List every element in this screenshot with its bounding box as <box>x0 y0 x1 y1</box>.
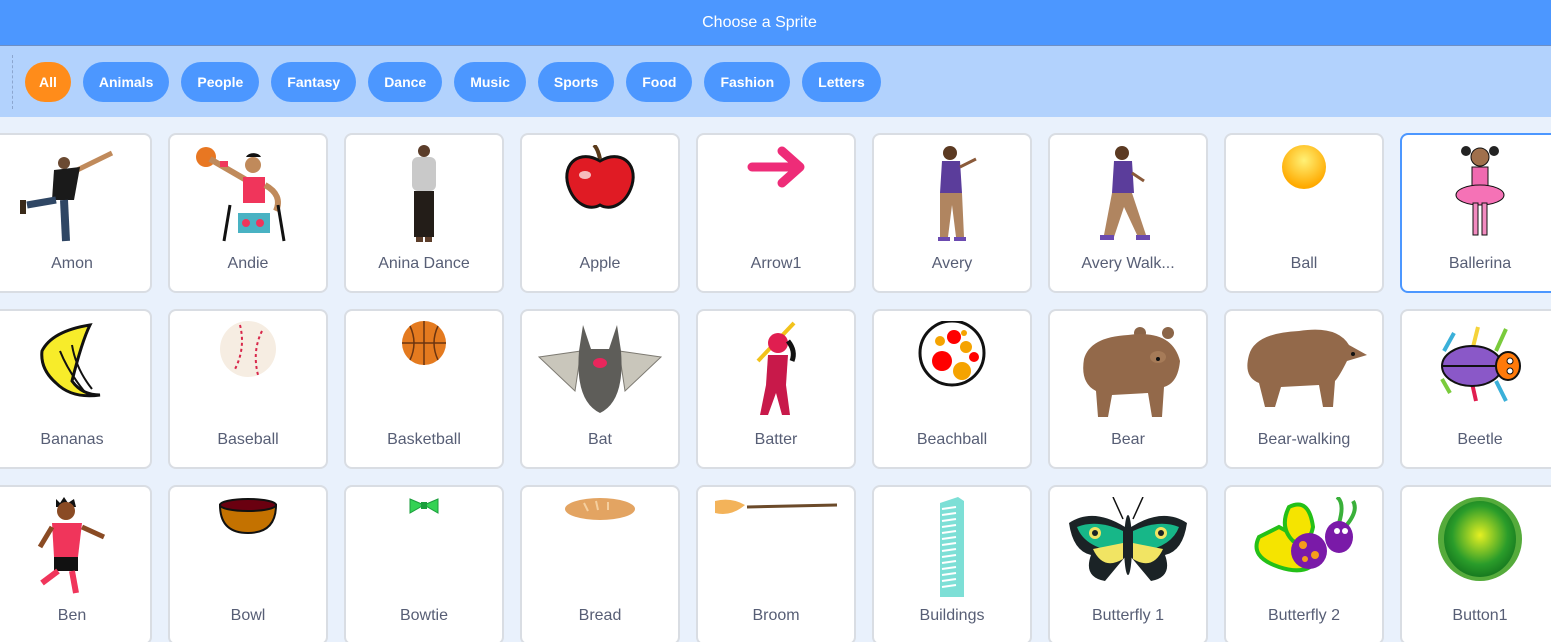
sprite-name: Batter <box>754 431 798 448</box>
bananas-icon <box>0 321 150 429</box>
sprite-card-anina-dance[interactable]: Anina Dance <box>344 133 504 293</box>
sprite-name: Arrow1 <box>750 255 802 272</box>
sprite-card-avery[interactable]: Avery <box>872 133 1032 293</box>
filter-music[interactable]: Music <box>454 62 526 102</box>
baseball-icon <box>170 321 326 429</box>
sprite-name: Ballerina <box>1448 255 1512 272</box>
girl-standing-icon <box>874 145 1030 253</box>
sprite-name: Button1 <box>1452 607 1508 624</box>
sprite-name: Baseball <box>217 431 279 448</box>
building-icon <box>874 497 1030 605</box>
sprite-name: Basketball <box>387 431 461 448</box>
wheelchair-basketball-player-icon <box>170 145 326 253</box>
filter-bar: All Animals People Fantasy Dance Music Sports F… <box>0 45 1551 117</box>
sprite-card-arrow1[interactable]: Arrow1 <box>696 133 856 293</box>
sprite-card-baseball[interactable]: Baseball <box>168 309 328 469</box>
arrow-right-icon <box>698 145 854 253</box>
sprite-name: Avery Walk... <box>1081 255 1175 272</box>
batter-icon <box>698 321 854 429</box>
sprite-card-bear-walking[interactable]: Bear-walking <box>1224 309 1384 469</box>
dancer-person-icon <box>0 145 150 253</box>
bowl-icon <box>170 497 326 605</box>
sprite-name: Bowl <box>230 607 266 624</box>
sprite-card-beetle[interactable]: Beetle <box>1400 309 1551 469</box>
sprite-card-ball[interactable]: Ball <box>1224 133 1384 293</box>
filter-animals[interactable]: Animals <box>82 62 170 102</box>
butterfly-bug-icon <box>1226 497 1382 605</box>
filter-fantasy[interactable]: Fantasy <box>271 62 357 102</box>
sprite-name: Avery <box>931 255 973 272</box>
apple-icon <box>522 145 678 253</box>
bat-icon <box>522 321 678 429</box>
sprite-name: Broom <box>752 607 800 624</box>
filter-letters[interactable]: Letters <box>802 62 881 102</box>
sprite-card-andie[interactable]: Andie <box>168 133 328 293</box>
ballerina-icon <box>1402 145 1551 253</box>
sprite-library-grid[interactable]: Amon Andie Anina Dance Apple Arrow1 Avery Aver… <box>0 117 1551 642</box>
filter-people[interactable]: People <box>181 62 260 102</box>
sprite-name: Butterfly 2 <box>1267 607 1341 624</box>
beachball-icon <box>874 321 1030 429</box>
butterfly-icon <box>1050 497 1206 605</box>
sprite-name: Beachball <box>916 431 988 448</box>
standing-person-icon <box>346 145 502 253</box>
sprite-card-bat[interactable]: Bat <box>520 309 680 469</box>
sprite-name: Bananas <box>40 431 104 448</box>
sprite-name: Bat <box>587 431 612 448</box>
boy-running-icon <box>0 497 150 605</box>
bear-walking-icon <box>1226 321 1382 429</box>
sprite-card-avery-walk[interactable]: Avery Walk... <box>1048 133 1208 293</box>
filter-fashion[interactable]: Fashion <box>704 62 791 102</box>
filter-all[interactable]: All <box>25 62 71 102</box>
sprite-card-bread[interactable]: Bread <box>520 485 680 642</box>
sprite-card-batter[interactable]: Batter <box>696 309 856 469</box>
sprite-name: Buildings <box>919 607 985 624</box>
sprite-card-butterfly-2[interactable]: Butterfly 2 <box>1224 485 1384 642</box>
sprite-name: Ben <box>57 607 87 624</box>
sprite-name: Anina Dance <box>378 255 470 272</box>
sprite-name: Amon <box>51 255 93 272</box>
green-button-icon <box>1402 497 1551 605</box>
basketball-icon <box>346 321 502 429</box>
bear-icon <box>1050 321 1206 429</box>
sprite-card-beachball[interactable]: Beachball <box>872 309 1032 469</box>
sprite-card-broom[interactable]: Broom <box>696 485 856 642</box>
filter-sports[interactable]: Sports <box>537 62 615 102</box>
sprite-card-button1[interactable]: Button1 <box>1400 485 1551 642</box>
sprite-card-buildings[interactable]: Buildings <box>872 485 1032 642</box>
sprite-name: Apple <box>579 255 621 272</box>
sprite-name: Andie <box>227 255 269 272</box>
sprite-name: Beetle <box>1457 431 1503 448</box>
sprite-card-ben[interactable]: Ben <box>0 485 152 642</box>
sprite-card-bear[interactable]: Bear <box>1048 309 1208 469</box>
beetle-icon <box>1402 321 1551 429</box>
sprite-card-bowtie[interactable]: Bowtie <box>344 485 504 642</box>
modal-title: Choose a Sprite <box>702 13 817 31</box>
sprite-card-basketball[interactable]: Basketball <box>344 309 504 469</box>
filter-divider <box>12 55 13 109</box>
girl-walking-icon <box>1050 145 1206 253</box>
modal-header: Choose a Sprite <box>0 0 1551 45</box>
sprite-card-bowl[interactable]: Bowl <box>168 485 328 642</box>
filter-food[interactable]: Food <box>626 62 693 102</box>
ball-icon <box>1226 145 1382 253</box>
sprite-name: Bread <box>578 607 622 624</box>
sprite-card-apple[interactable]: Apple <box>520 133 680 293</box>
sprite-name: Butterfly 1 <box>1091 607 1165 624</box>
sprite-name: Bowtie <box>399 607 449 624</box>
bread-icon <box>522 497 678 605</box>
sprite-card-bananas[interactable]: Bananas <box>0 309 152 469</box>
sprite-name: Ball <box>1290 255 1318 272</box>
broom-icon <box>698 497 854 605</box>
sprite-card-ballerina[interactable]: Ballerina <box>1400 133 1551 293</box>
bowtie-icon <box>346 497 502 605</box>
sprite-card-butterfly-1[interactable]: Butterfly 1 <box>1048 485 1208 642</box>
sprite-name: Bear-walking <box>1257 431 1351 448</box>
category-filters: All Animals People Fantasy Dance Music Sports F… <box>25 62 881 102</box>
sprite-card-amon[interactable]: Amon <box>0 133 152 293</box>
sprite-name: Bear <box>1111 431 1145 448</box>
filter-dance[interactable]: Dance <box>368 62 443 102</box>
